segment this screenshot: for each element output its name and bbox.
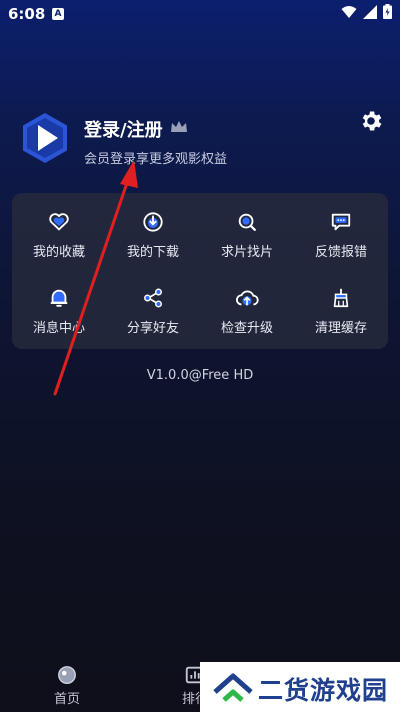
menu-item-label: 求片找片 [220, 245, 273, 260]
watermark-logo-icon [213, 673, 253, 702]
wifi-icon [341, 5, 357, 18]
signal-icon [363, 4, 377, 19]
bell-icon [50, 289, 68, 307]
settings-gear-icon[interactable] [358, 108, 384, 134]
menu-item-share[interactable]: 分享好友 [106, 287, 200, 355]
menu-item-label: 我的下载 [126, 245, 179, 260]
status-time: 6:08 [8, 5, 46, 23]
search-movie-icon [238, 213, 256, 231]
membership-subtitle: 会员登录享更多观影权益 [84, 152, 228, 167]
menu-item-feedback[interactable]: 反馈报错 [294, 211, 388, 279]
crown-icon [171, 121, 187, 132]
battery-icon [383, 4, 392, 19]
feedback-icon [331, 213, 351, 231]
menu-item-messages[interactable]: 消息中心 [12, 287, 106, 355]
menu-item-request-movie[interactable]: 求片找片 [200, 211, 294, 279]
cloud-upload-icon [236, 290, 259, 306]
broom-icon [333, 288, 349, 308]
notification-icon: A [52, 8, 64, 20]
menu-item-label: 分享好友 [126, 321, 179, 336]
annotation-arrow [53, 160, 138, 396]
login-register-link[interactable]: 登录/注册 [84, 116, 163, 142]
menu-item-clear-cache[interactable]: 清理缓存 [294, 287, 388, 355]
share-icon [144, 288, 162, 308]
feature-menu-grid: 我的收藏 我的下载 求片找片 反馈报错 消息中心 分享好友 检查升级 清理缓存 [12, 193, 388, 349]
app-version: V1.0.0@Free HD [146, 368, 254, 383]
app-logo-icon [23, 113, 67, 163]
feature-menu-panel: 我的收藏 我的下载 求片找片 反馈报错 消息中心 分享好友 检查升级 清理缓存 [12, 193, 388, 349]
tab-home[interactable]: 首页 [27, 660, 107, 707]
menu-item-label: 消息中心 [32, 321, 85, 336]
profile-header[interactable]: 登录/注册 会员登录享更多观影权益 [22, 112, 382, 172]
menu-item-label: 我的收藏 [32, 245, 85, 260]
menu-item-label: 反馈报错 [314, 245, 367, 260]
download-icon [143, 212, 163, 232]
status-indicators [341, 4, 392, 19]
menu-item-label: 检查升级 [220, 321, 273, 336]
status-bar: 6:08 A [0, 0, 400, 28]
menu-item-check-update[interactable]: 检查升级 [200, 287, 294, 355]
menu-item-downloads[interactable]: 我的下载 [106, 211, 200, 279]
heart-icon [49, 213, 69, 231]
watermark-overlay: 二货游戏园 [200, 662, 400, 712]
menu-item-favorites[interactable]: 我的收藏 [12, 211, 106, 279]
tab-home-label: 首页 [53, 692, 80, 707]
menu-item-label: 清理缓存 [314, 321, 367, 336]
watermark-text: 二货游戏园 [258, 676, 389, 705]
home-planet-icon [58, 666, 76, 684]
